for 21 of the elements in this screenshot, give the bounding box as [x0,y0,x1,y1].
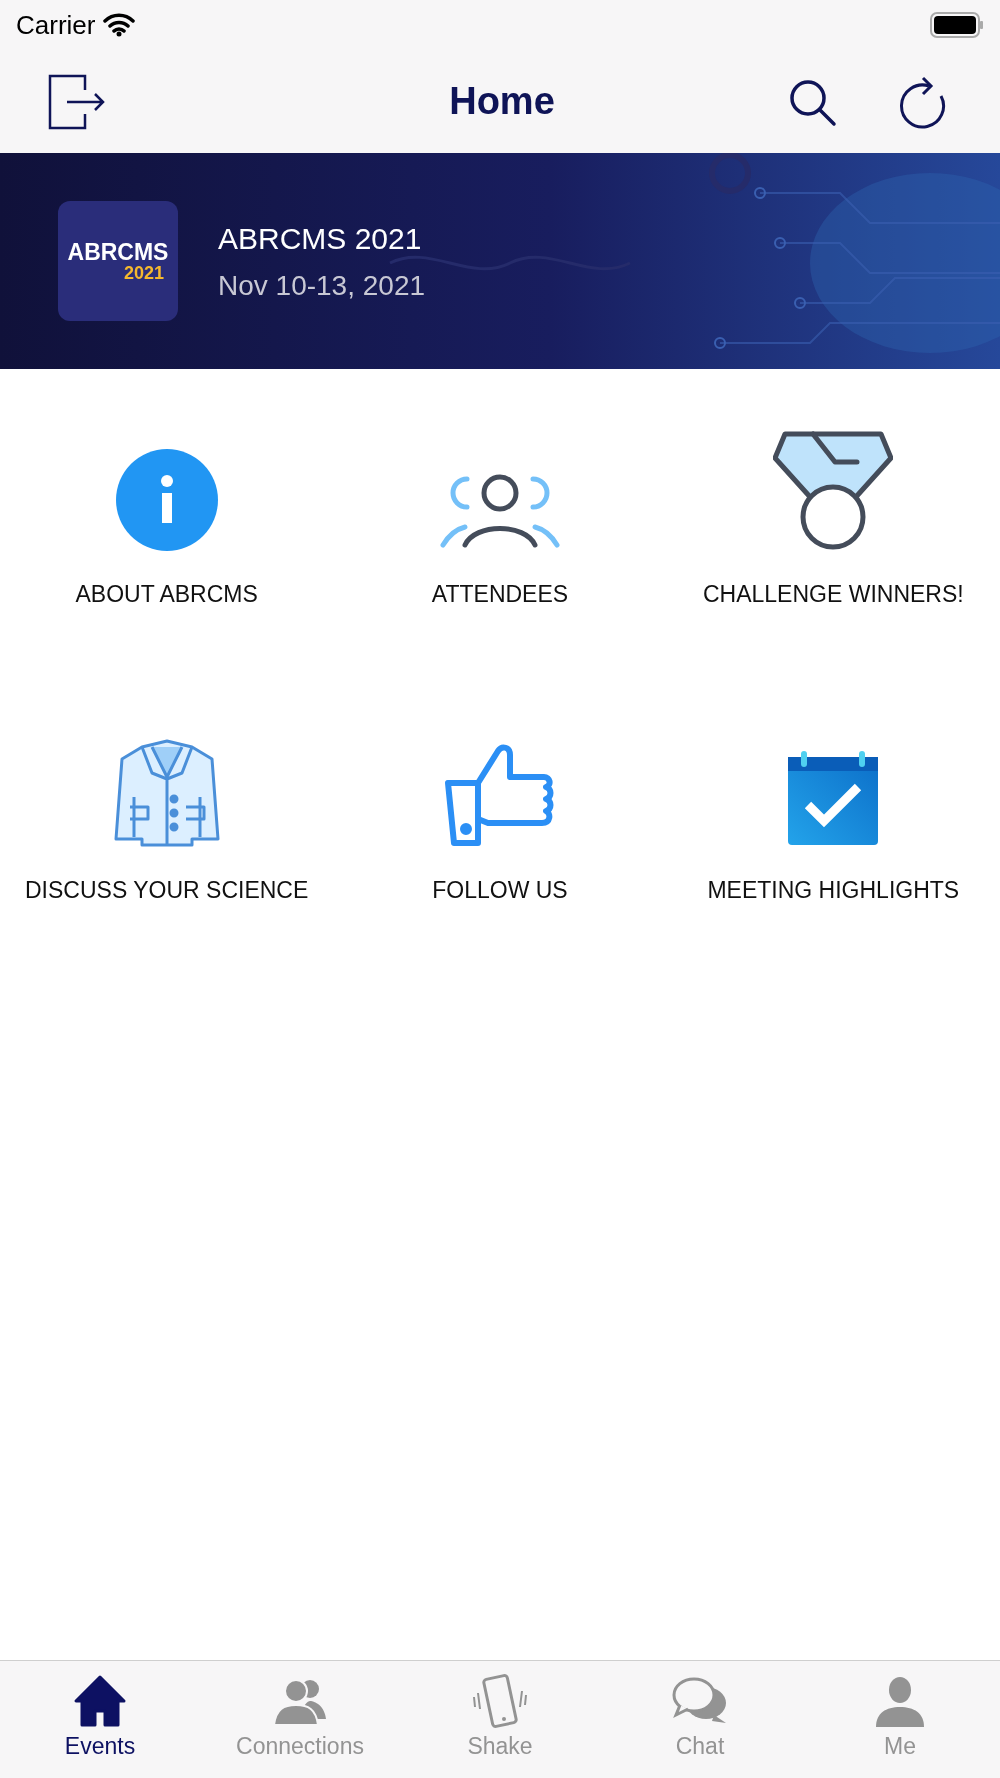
event-dates: Nov 10-13, 2021 [218,268,426,303]
event-banner[interactable]: ABRCMS 2021 ABRCMS 2021 Nov 10-13, 2021 [0,153,1000,369]
wifi-icon [103,13,136,37]
logo-year: 2021 [123,263,164,282]
info-icon [115,449,218,551]
calendar-check-icon [786,749,881,847]
menu-tile[interactable]: ATTENDEES [333,423,667,655]
thumbs-up-icon [444,743,556,847]
page-title: Home [449,79,555,124]
battery-icon [930,12,984,38]
carrier-label: Carrier [16,8,96,42]
tab-bar-item[interactable]: Events [0,1661,200,1778]
menu-tile[interactable]: FOLLOW US [333,719,667,951]
menu-tile[interactable]: CHALLENGE WINNERS! [666,423,1000,655]
menu-tile[interactable]: MEETING HIGHLIGHTS [666,719,1000,951]
menu-tile[interactable]: DISCUSS YOUR SCIENCE [0,719,334,951]
logo-text: ABRCMS [67,240,169,264]
event-title: ABRCMS 2021 [218,220,423,257]
medal-icon [773,431,894,551]
shaking-phone-icon [470,1673,530,1729]
menu-tile[interactable]: ABOUT ABRCMS [0,423,334,655]
